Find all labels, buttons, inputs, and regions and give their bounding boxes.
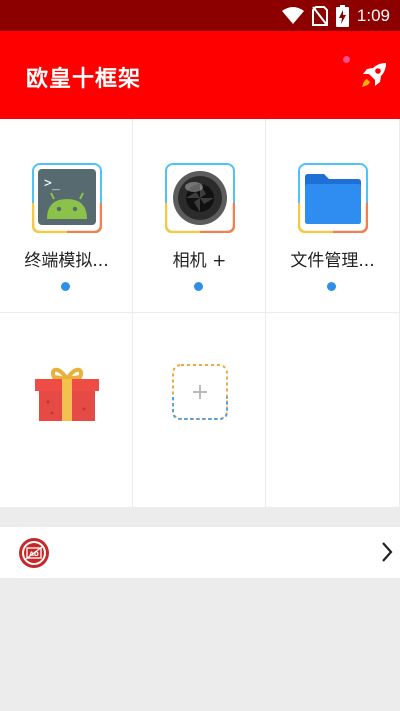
notification-dot xyxy=(343,56,350,63)
app-tile-camera[interactable]: 相机 + xyxy=(133,119,266,313)
ad-block-icon: AD xyxy=(19,538,49,568)
no-sim-icon xyxy=(311,6,328,26)
svg-text:AD: AD xyxy=(29,551,39,558)
app-title: 欧皇十框架 xyxy=(26,67,142,92)
app-label: 文件管理... xyxy=(290,251,375,271)
add-app-icon xyxy=(172,364,228,420)
app-tile-terminal[interactable]: >_ 终端模拟... xyxy=(0,119,133,313)
android-terminal-icon: >_ xyxy=(32,163,102,233)
battery-charging-icon xyxy=(335,5,349,27)
gift-icon xyxy=(35,367,99,421)
status-icons: 1:09 xyxy=(281,4,390,28)
status-bar: 1:09 xyxy=(0,0,400,31)
chevron-right-icon[interactable] xyxy=(380,541,394,563)
status-time: 1:09 xyxy=(356,6,390,25)
ad-notice-row[interactable]: AD xyxy=(0,527,400,578)
rocket-icon[interactable] xyxy=(360,61,388,89)
svg-text:>_: >_ xyxy=(44,176,60,191)
app-tile-file-manager[interactable]: 文件管理... xyxy=(266,119,400,313)
app-tile-gift[interactable] xyxy=(0,313,133,508)
folder-icon xyxy=(298,163,368,233)
app-bar: 欧皇十框架 xyxy=(0,31,400,119)
new-badge-dot xyxy=(61,282,70,291)
app-label: 相机 + xyxy=(172,251,227,271)
app-tile-add[interactable] xyxy=(133,313,266,508)
wifi-icon xyxy=(281,7,304,24)
new-badge-dot xyxy=(327,282,336,291)
camera-lens-icon xyxy=(165,163,235,233)
app-tile-empty xyxy=(266,313,400,508)
app-label: 终端模拟... xyxy=(24,251,109,271)
new-badge-dot xyxy=(194,282,203,291)
app-grid: >_ 终端模拟... 相机 + 文件管理... xyxy=(0,119,400,508)
